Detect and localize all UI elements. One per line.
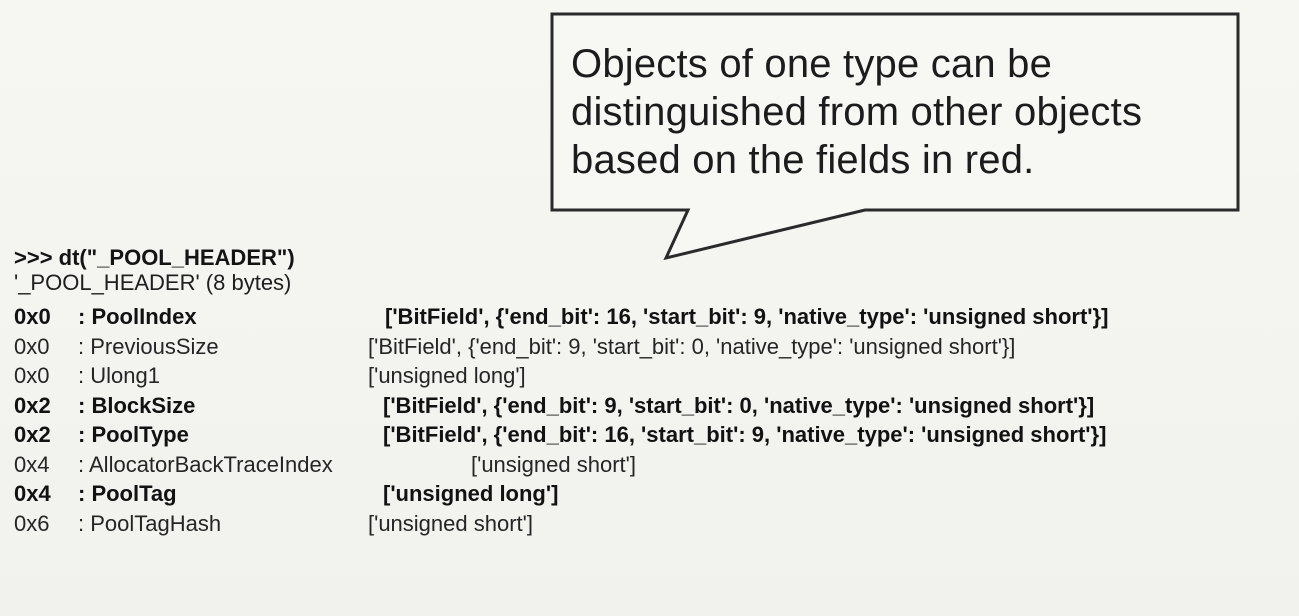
field-type: ['BitField', {'end_bit': 9, 'start_bit':… xyxy=(368,333,1016,359)
field-type: ['BitField', {'end_bit': 16, 'start_bit'… xyxy=(385,304,1109,329)
field-name: : PoolTag xyxy=(78,481,177,506)
field-name: : PreviousSize xyxy=(78,333,219,359)
callout-line: based on the fields in red. xyxy=(571,138,1035,182)
field-type: ['unsigned long'] xyxy=(383,481,559,506)
field-name: : AllocatorBackTraceIndex xyxy=(78,451,333,477)
struct-header: '_POOL_HEADER' (8 bytes) xyxy=(14,270,292,295)
field-name: : PoolIndex xyxy=(78,304,197,329)
field-type: ['BitField', {'end_bit': 16, 'start_bit'… xyxy=(383,422,1107,447)
field-type: ['unsigned long'] xyxy=(368,363,526,388)
callout-message: Objects of one type can be distinguished… xyxy=(571,40,1231,184)
field-row: 0x0 : Ulong1 ['unsigned long'] xyxy=(14,363,1289,393)
command-line: >>> dt("_POOL_HEADER") xyxy=(14,245,295,270)
field-type: ['BitField', {'end_bit': 9, 'start_bit':… xyxy=(383,392,1095,418)
field-name: : PoolTagHash xyxy=(78,510,222,536)
field-name: : PoolType xyxy=(78,422,189,447)
field-offset: 0x4 xyxy=(14,451,50,477)
field-list: 0x0 : PoolIndex ['BitField', {'end_bit':… xyxy=(14,304,1289,540)
field-row: 0x4 : PoolTag ['unsigned long'] xyxy=(14,481,1289,511)
field-offset: 0x0 xyxy=(14,333,50,359)
callout-line: distinguished from other objects xyxy=(571,90,1143,134)
field-row: 0x0 : PoolIndex ['BitField', {'end_bit':… xyxy=(14,304,1289,334)
field-offset: 0x0 xyxy=(14,304,51,329)
field-row: 0x4 : AllocatorBackTraceIndex ['unsigned… xyxy=(14,452,1289,482)
document-page: Objects of one type can be distinguished… xyxy=(0,0,1299,616)
field-row: 0x6 : PoolTagHash ['unsigned short'] xyxy=(14,511,1289,541)
field-offset: 0x6 xyxy=(14,510,50,536)
field-name: : BlockSize xyxy=(78,392,196,418)
field-offset: 0x2 xyxy=(14,422,51,447)
field-row: 0x2 : PoolType ['BitField', {'end_bit': … xyxy=(14,422,1289,452)
field-offset: 0x0 xyxy=(14,363,50,388)
callout-line: Objects of one type can be xyxy=(571,42,1053,86)
field-row: 0x0 : PreviousSize ['BitField', {'end_bi… xyxy=(14,334,1289,364)
field-type: ['unsigned short'] xyxy=(368,510,533,536)
field-offset: 0x4 xyxy=(14,481,51,506)
field-type: ['unsigned short'] xyxy=(471,451,636,477)
field-offset: 0x2 xyxy=(14,392,51,418)
field-row: 0x2 : BlockSize ['BitField', {'end_bit':… xyxy=(14,393,1289,423)
field-name: : Ulong1 xyxy=(78,363,160,388)
